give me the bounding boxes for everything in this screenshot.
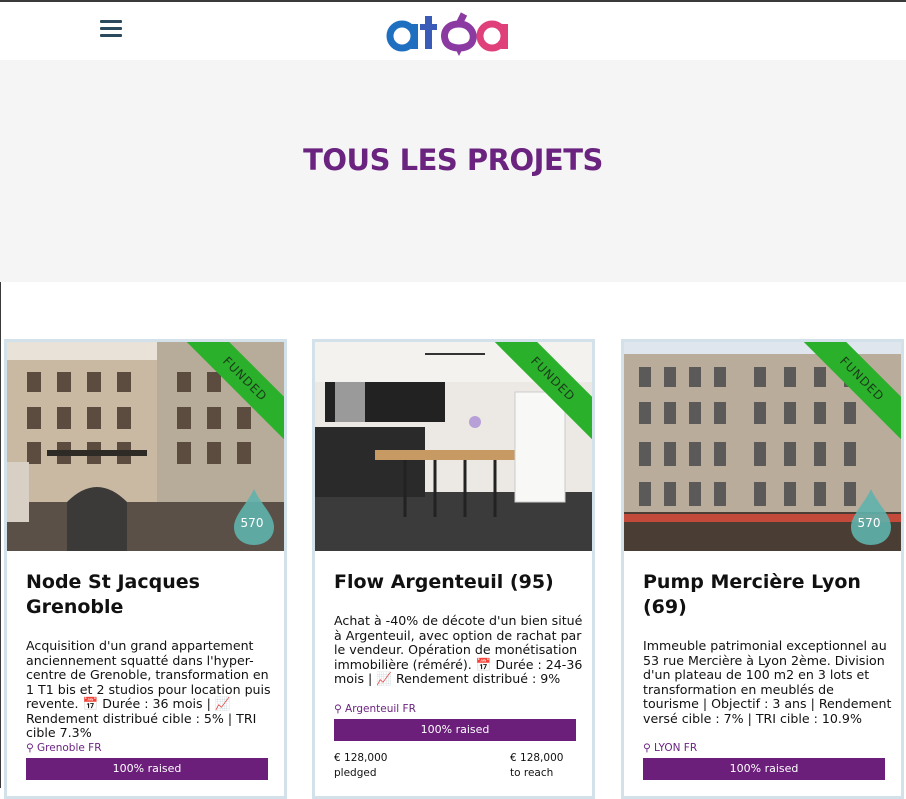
to-reach-amount: € 128,000 <box>510 752 564 764</box>
project-description: Achat à -40% de décote d'un bien situé à… <box>334 613 583 686</box>
project-title[interactable]: Node St Jacques Grenoble <box>26 570 271 620</box>
project-description: Immeuble patrimonial exceptionnel au 53 … <box>643 638 892 726</box>
svg-text:570: 570 <box>858 516 881 530</box>
project-photo[interactable]: FUNDED <box>315 342 592 551</box>
svg-text:570: 570 <box>241 516 264 530</box>
project-card-node-st-jacques[interactable]: FUNDED 570 Node St Jacques Grenoble Acqu… <box>4 339 287 799</box>
water-drop-570-badge: 570 <box>851 489 891 545</box>
project-location: ⚲ Grenoble FR <box>26 742 102 754</box>
project-title[interactable]: Pump Mercière Lyon (69) <box>643 570 888 620</box>
pledged-stat: € 128,000 pledged <box>334 751 387 781</box>
project-location: ⚲ LYON FR <box>643 742 698 754</box>
project-description: Acquisition d'un grand appartement ancie… <box>26 638 271 740</box>
project-card-pump-merciere[interactable]: FUNDED 570 Pump Mercière Lyon (69) Immeu… <box>621 339 904 799</box>
map-marker-icon: ⚲ <box>26 742 38 754</box>
page-title: TOUS LES PROJETS <box>303 143 603 177</box>
project-title[interactable]: Flow Argenteuil (95) <box>334 570 579 595</box>
project-photo[interactable]: FUNDED 570 <box>624 342 901 551</box>
to-reach-stat: € 128,000 to reach <box>510 751 563 781</box>
project-photo[interactable]: FUNDED 570 <box>7 342 284 551</box>
project-card-flow-argenteuil[interactable]: FUNDED Flow Argenteuil (95) Achat à -40%… <box>312 339 595 799</box>
site-header <box>0 2 906 60</box>
map-marker-icon: ⚲ <box>643 742 655 754</box>
project-location: ⚲ Argenteuil FR <box>334 703 416 715</box>
page-hero: TOUS LES PROJETS <box>0 60 906 282</box>
hamburger-menu-icon[interactable] <box>100 20 122 42</box>
funding-progress-bar: 100% raised <box>643 758 885 780</box>
pledged-amount: € 128,000 <box>334 752 388 764</box>
pledged-label: pledged <box>334 767 377 779</box>
to-reach-label: to reach <box>510 767 554 779</box>
atoa-logo[interactable] <box>384 6 524 58</box>
projects-grid: FUNDED 570 Node St Jacques Grenoble Acqu… <box>0 339 906 799</box>
water-drop-570-badge: 570 <box>234 489 274 545</box>
funding-progress-bar: 100% raised <box>26 758 268 780</box>
map-marker-icon: ⚲ <box>334 703 346 715</box>
funding-progress-bar: 100% raised <box>334 719 576 741</box>
